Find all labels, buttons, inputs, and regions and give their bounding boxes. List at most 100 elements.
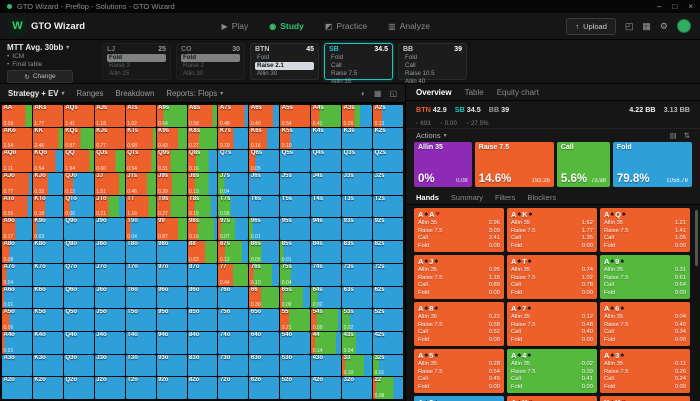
hand-card-As8s[interactable]: A ♠ 8 ♠ Allin 35 0.22 Raise 7.5 0.58 Call 0.52 Fol… bbox=[414, 302, 504, 346]
reports-flops-dropdown[interactable]: Reports: Flops ▾ bbox=[166, 89, 223, 98]
hand-cell-TT[interactable]: TT 1.16 bbox=[125, 195, 156, 218]
hand-card-As7s[interactable]: A ♠ 7 ♠ Allin 35 0.12 Raise 7.5 0.48 Call 0.40 Fol… bbox=[507, 302, 597, 346]
hand-cell-A3s[interactable]: A3s 0.26 bbox=[342, 105, 373, 127]
hand-card-AsTs[interactable]: A ♠ T ♠ Allin 35 0.74 Raise 7.5 1.02 Call 0.78 Fol… bbox=[507, 255, 597, 299]
tab-blockers[interactable]: Blockers bbox=[527, 193, 556, 202]
hand-cell-K5o[interactable]: K5o bbox=[32, 309, 63, 331]
change-button[interactable]: ↻ Change bbox=[7, 70, 73, 83]
hand-cell-83o[interactable]: 83o bbox=[187, 354, 218, 377]
hand-cell-76o[interactable]: 76o bbox=[218, 286, 249, 309]
list-icon[interactable]: ▤ bbox=[670, 131, 677, 140]
tab-hands[interactable]: Hands bbox=[416, 193, 439, 202]
hand-cell-A3o[interactable]: A3o bbox=[2, 354, 32, 377]
hand-cell-Q5o[interactable]: Q5o bbox=[63, 309, 94, 331]
close-icon[interactable]: × bbox=[688, 2, 693, 11]
hand-cell-QTs[interactable]: QTs 0.54 bbox=[125, 150, 156, 173]
hand-cell-87o[interactable]: 87o bbox=[187, 263, 218, 286]
hand-cell-75o[interactable]: 75o bbox=[218, 309, 249, 331]
hand-card-As9s[interactable]: A ♠ 9 ♠ Allin 35 0.31 Raise 7.5 0.61 Call 0.64 Fol… bbox=[600, 255, 690, 299]
hand-cell-55[interactable]: 55 0.21 bbox=[280, 309, 311, 331]
hand-cell-KQs[interactable]: KQs 0.87 bbox=[63, 127, 94, 150]
hand-cell-Q9o[interactable]: Q9o bbox=[63, 218, 94, 241]
hand-cell-52o[interactable]: 52o bbox=[280, 377, 311, 399]
minimize-icon[interactable]: – bbox=[657, 2, 661, 11]
hand-cell-A8o[interactable]: A8o 0.08 bbox=[2, 241, 32, 263]
hand-cell-QJs[interactable]: QJs 0.60 bbox=[94, 150, 125, 173]
hand-cell-KK[interactable]: KK 2.46 bbox=[32, 127, 63, 150]
hand-cell-K6o[interactable]: K6o bbox=[32, 286, 63, 309]
hand-cell-K8s[interactable]: K8s 0.27 bbox=[187, 127, 218, 150]
hand-card-AsJs[interactable]: A ♠ J ♠ Allin 35 0.95 Raise 7.5 1.18 Call 0.89 Fol… bbox=[414, 255, 504, 299]
hand-cell-62s[interactable]: 62s bbox=[373, 286, 403, 309]
hand-card-KsKh[interactable]: K♠K♥Allin 352.33Raise 7.52.46Call1.88Fol… bbox=[600, 396, 690, 401]
hand-cell-85o[interactable]: 85o bbox=[187, 309, 218, 331]
hand-cell-JJ[interactable]: JJ 1.51 bbox=[94, 173, 125, 195]
hand-cell-98o[interactable]: 98o bbox=[156, 241, 187, 263]
tab-ranges[interactable]: Ranges bbox=[77, 89, 104, 98]
hand-cell-Q8s[interactable]: Q8s 0.16 bbox=[187, 150, 218, 173]
hand-cell-T7o[interactable]: T7o bbox=[125, 263, 156, 286]
hand-cell-J4o[interactable]: J4o bbox=[94, 331, 125, 354]
hand-cell-AKs[interactable]: AKs 1.77 bbox=[32, 105, 63, 127]
hand-cell-ATo[interactable]: ATo 0.55 bbox=[2, 195, 32, 218]
hand-cell-T8o[interactable]: T8o bbox=[125, 241, 156, 263]
hand-cell-Q2o[interactable]: Q2o bbox=[63, 377, 94, 399]
hand-cell-J7s[interactable]: J7s 0.04 bbox=[218, 173, 249, 195]
hand-cell-97o[interactable]: 97o bbox=[156, 263, 187, 286]
hand-cell-85s[interactable]: 85s 0.01 bbox=[280, 241, 311, 263]
hand-cell-Q5s[interactable]: Q5s bbox=[280, 150, 311, 173]
hand-cell-43o[interactable]: 43o bbox=[311, 354, 342, 377]
tab-breakdown[interactable]: Breakdown bbox=[115, 89, 154, 98]
hand-cell-94o[interactable]: 94o bbox=[156, 331, 187, 354]
hand-cell-Q6o[interactable]: Q6o bbox=[63, 286, 94, 309]
hand-cell-77[interactable]: 77 0.44 bbox=[218, 263, 249, 286]
hand-cell-54o[interactable]: 54o bbox=[280, 331, 311, 354]
hand-cell-A6s[interactable]: A6s 0.40 bbox=[249, 105, 280, 127]
hand-cell-65s[interactable]: 65s 0.09 bbox=[280, 286, 311, 309]
tab-summary[interactable]: Summary bbox=[451, 193, 483, 202]
hand-cell-K8o[interactable]: K8o bbox=[32, 241, 63, 263]
hand-cell-92s[interactable]: 92s bbox=[373, 218, 403, 241]
hand-cell-Q8o[interactable]: Q8o bbox=[63, 241, 94, 263]
hand-cell-84s[interactable]: 84s bbox=[311, 241, 342, 263]
hand-cell-J8o[interactable]: J8o bbox=[94, 241, 125, 263]
hand-cell-T5o[interactable]: T5o bbox=[125, 309, 156, 331]
hand-cell-64s[interactable]: 64s 0.02 bbox=[311, 286, 342, 309]
hand-cell-KTo[interactable]: KTo 0.18 bbox=[32, 195, 63, 218]
hand-cell-J5s[interactable]: J5s bbox=[280, 173, 311, 195]
hand-cell-J5o[interactable]: J5o bbox=[94, 309, 125, 331]
hand-card-As2s[interactable]: A♠2♠Allin 35-0.21Raise 7.5-0.04Call-0.01… bbox=[414, 396, 504, 401]
hand-cell-43s[interactable]: 43s 0.04 bbox=[342, 331, 373, 354]
hand-cell-K9o[interactable]: K9o 0.03 bbox=[32, 218, 63, 241]
hand-cell-J3s[interactable]: J3s bbox=[342, 173, 373, 195]
hand-cell-95s[interactable]: 95s bbox=[280, 218, 311, 241]
position-box-sb[interactable]: SB 34.5 Fold Call Raise 7.5 Allin 35 bbox=[324, 43, 393, 85]
hand-cell-T4o[interactable]: T4o bbox=[125, 331, 156, 354]
expand-icon[interactable]: ◱ bbox=[389, 89, 397, 98]
hand-cell-T2o[interactable]: T2o bbox=[125, 377, 156, 399]
hand-cell-QTo[interactable]: QTo 0.06 bbox=[63, 195, 94, 218]
hand-cell-JTo[interactable]: JTo 0.21 bbox=[94, 195, 125, 218]
hand-cell-T5s[interactable]: T5s bbox=[280, 195, 311, 218]
contrast-icon[interactable]: ◐ bbox=[361, 89, 366, 98]
hand-cell-88[interactable]: 88 0.63 bbox=[187, 241, 218, 263]
position-box-lj[interactable]: LJ 25 Fold Raise 2 Allin 25 bbox=[102, 43, 171, 80]
hand-cell-84o[interactable]: 84o bbox=[187, 331, 218, 354]
position-box-co[interactable]: CO 30 Fold Raise 2 Allin 30 bbox=[176, 43, 245, 80]
hand-cell-J3o[interactable]: J3o bbox=[94, 354, 125, 377]
hand-cell-T6s[interactable]: T6s bbox=[249, 195, 280, 218]
hand-cell-54s[interactable]: 54s 0.09 bbox=[311, 309, 342, 331]
hand-cell-Q3o[interactable]: Q3o bbox=[63, 354, 94, 377]
hand-cell-A4o[interactable]: A4o 0.01 bbox=[2, 331, 32, 354]
hand-cell-A2s[interactable]: A2s 0.13 bbox=[373, 105, 403, 127]
hand-cell-74s[interactable]: 74s bbox=[311, 263, 342, 286]
position-box-btn[interactable]: BTN 45 Fold Raise 2.1 Allin 30 bbox=[250, 43, 319, 80]
hand-cell-42o[interactable]: 42o bbox=[311, 377, 342, 399]
hand-cell-J2o[interactable]: J2o bbox=[94, 377, 125, 399]
hand-cell-73s[interactable]: 73s bbox=[342, 263, 373, 286]
scrollbar[interactable] bbox=[695, 210, 698, 266]
hand-cell-QQ[interactable]: QQ 1.94 bbox=[63, 150, 94, 173]
tab-practice[interactable]: ◩ Practice bbox=[325, 21, 367, 31]
hand-cell-J6o[interactable]: J6o bbox=[94, 286, 125, 309]
hand-cell-Q7o[interactable]: Q7o bbox=[63, 263, 94, 286]
